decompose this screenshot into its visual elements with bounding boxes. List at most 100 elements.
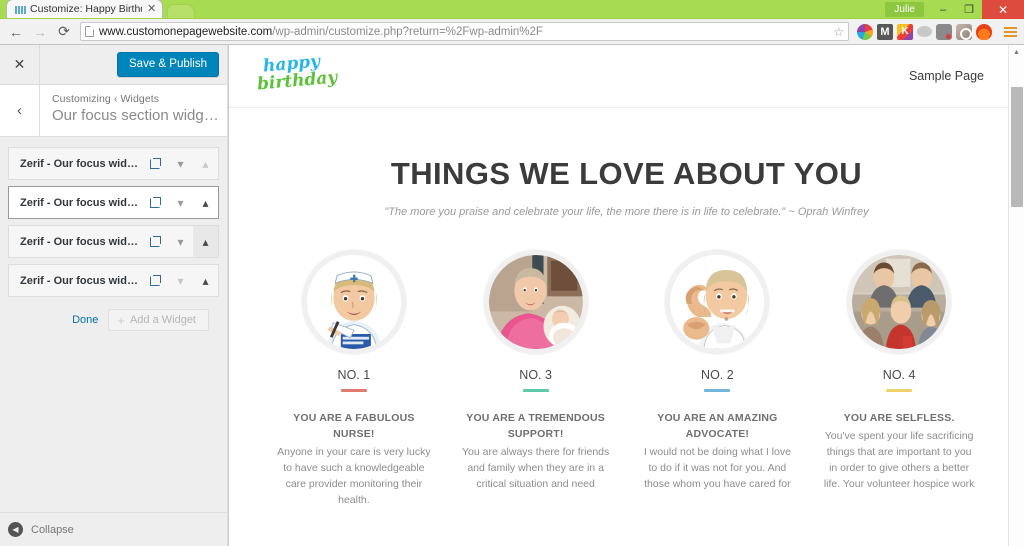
customizer-panel-header: ‹ Customizing ‹ Widgets Our focus sectio… — [0, 85, 227, 137]
widget-row-controls: ▾ ▴ — [143, 148, 218, 179]
avatar — [665, 250, 770, 354]
section-title: THINGS WE LOVE ABOUT YOU — [390, 156, 863, 191]
bookmark-star-icon[interactable]: ☆ — [833, 25, 844, 39]
column-heading: YOU ARE SELFLESS. — [843, 411, 955, 424]
widget-row-controls: ▾ ▴ — [143, 226, 218, 257]
new-tab-button[interactable] — [166, 4, 196, 18]
site-logo[interactable]: happy birthday — [256, 52, 338, 99]
widget-actions: Done + Add a Widget — [8, 303, 219, 331]
external-link-icon[interactable] — [143, 265, 168, 296]
flame-extension-icon[interactable] — [976, 23, 992, 40]
forward-icon[interactable]: → — [28, 21, 52, 43]
external-link-icon[interactable] — [143, 226, 168, 257]
widget-row[interactable]: Zerif - Our focus wid… ▾ ▴ — [8, 225, 219, 258]
focus-column: NO. 2 YOU ARE AN AMAZING ADVOCATE! I wou… — [627, 250, 809, 508]
widget-list: Zerif - Our focus wid… ▾ ▴ Zerif - Our f… — [0, 137, 227, 331]
add-widget-label: Add a Widget — [129, 314, 196, 326]
external-link-icon[interactable] — [143, 187, 168, 218]
chevron-down-icon[interactable]: ▾ — [168, 148, 193, 179]
widget-title: Zerif - Our focus wid… — [20, 157, 138, 170]
focus-column: NO. 4 YOU ARE SELFLESS. You've spent you… — [808, 250, 990, 508]
extension-icons: M K — [853, 23, 1020, 40]
column-divider — [522, 389, 549, 392]
add-widget-button[interactable]: + Add a Widget — [108, 309, 209, 331]
chevron-up-icon[interactable]: ▴ — [193, 265, 218, 296]
site-header: happy birthday Sample Page — [229, 45, 1024, 108]
maximize-button[interactable]: ❐ — [956, 0, 982, 19]
customizer-workspace: ✕ Save & Publish ‹ Customizing ‹ Widgets… — [0, 45, 1024, 546]
collapse-bar[interactable]: ◀ Collapse — [0, 512, 227, 546]
browser-window: Customize: Happy Birthda ✕ Julie – ❐ ✕ ←… — [0, 0, 1024, 546]
preview-scrollbar[interactable]: ▲ — [1008, 45, 1024, 546]
column-number: NO. 4 — [882, 368, 916, 382]
browser-tab[interactable]: Customize: Happy Birthda ✕ — [6, 0, 164, 18]
page-title: Our focus section widg… — [52, 107, 219, 124]
page-info-icon[interactable] — [85, 26, 94, 37]
woman-holding-baby-photo — [488, 255, 583, 349]
collapse-label: Collapse — [31, 523, 74, 536]
close-icon[interactable]: ✕ — [147, 4, 156, 15]
external-link-icon[interactable] — [143, 148, 168, 179]
breadcrumb: Customizing ‹ Widgets — [52, 93, 160, 105]
chevron-up-icon[interactable]: ▴ — [193, 148, 218, 179]
pocket-extension-icon[interactable] — [917, 26, 932, 37]
widget-title: Zerif - Our focus wid… — [20, 235, 138, 248]
save-and-publish-button[interactable]: Save & Publish — [117, 52, 219, 77]
customizer-header: ✕ Save & Publish — [0, 45, 227, 85]
url-host: www.customonepagewebsite.com — [99, 25, 273, 38]
window-controls: Julie – ❐ ✕ — [885, 0, 1024, 19]
column-number: NO. 2 — [701, 368, 734, 382]
section-subtitle: "The more you praise and celebrate your … — [384, 206, 869, 218]
scroll-up-icon[interactable]: ▲ — [1009, 45, 1024, 59]
minimize-button[interactable]: – — [930, 0, 956, 19]
column-number: NO. 1 — [337, 368, 371, 382]
chevron-down-icon: ▾ — [177, 273, 184, 288]
reload-icon[interactable]: ⟳ — [52, 21, 76, 43]
nav-item-sample-page[interactable]: Sample Page — [909, 69, 984, 83]
column-body: You are always there for friends and fam… — [461, 445, 610, 490]
avatar — [847, 250, 952, 354]
done-button[interactable]: Done — [72, 314, 98, 326]
evernote-extension-icon[interactable] — [936, 23, 952, 40]
chrome-menu-icon[interactable] — [1000, 26, 1020, 37]
scrollbar-thumb[interactable] — [1011, 87, 1023, 207]
chevron-up-icon[interactable]: ▴ — [193, 226, 218, 257]
chevron-down-icon[interactable]: ▾ — [168, 226, 193, 257]
user-profile-button[interactable]: Julie — [885, 2, 924, 17]
browser-tab-title: Customize: Happy Birthda — [30, 3, 142, 15]
gmail-extension-icon[interactable]: M — [877, 23, 893, 40]
column-divider — [704, 389, 731, 392]
column-heading: YOU ARE A FABULOUS NURSE! — [293, 411, 415, 440]
nurse-caricature-photo — [306, 255, 401, 349]
chevron-down-icon[interactable]: ▾ — [168, 187, 193, 218]
widget-row[interactable]: Zerif - Our focus wid… ▾ ▴ — [8, 186, 219, 219]
address-bar[interactable]: www.customonepagewebsite.com/wp-admin/cu… — [80, 22, 849, 41]
pinwheel-extension-icon[interactable] — [857, 23, 873, 40]
focus-column: NO. 1 YOU ARE A FABULOUS NURSE! Anyone i… — [263, 250, 445, 508]
browser-titlebar: Customize: Happy Birthda ✕ Julie – ❐ ✕ — [0, 0, 1024, 19]
instagram-extension-icon[interactable] — [956, 23, 972, 40]
back-icon[interactable]: ← — [4, 21, 28, 43]
widget-row[interactable]: Zerif - Our focus wid… ▾ ▴ — [8, 147, 219, 180]
customizer-panel-titles: Customizing ‹ Widgets Our focus section … — [40, 85, 229, 136]
column-heading: YOU ARE AN AMAZING ADVOCATE! — [657, 411, 778, 440]
site-preview: happy birthday Sample Page THINGS WE LOV… — [228, 45, 1024, 546]
widget-title: Zerif - Our focus wid… — [20, 274, 138, 287]
column-body: You've spent your life sacrificing thing… — [823, 429, 975, 490]
column-divider — [340, 389, 367, 392]
customizer-close-button[interactable]: ✕ — [0, 45, 40, 84]
close-window-button[interactable]: ✕ — [982, 0, 1024, 19]
chevron-up-icon[interactable]: ▴ — [193, 187, 218, 218]
widget-row[interactable]: Zerif - Our focus wid… ▾ ▴ — [8, 264, 219, 297]
column-body: Anyone in your care is very lucky to hav… — [277, 445, 431, 506]
focus-column: NO. 3 YOU ARE A TREMENDOUS SUPPORT! You … — [445, 250, 627, 508]
site-nav: Sample Page — [909, 67, 984, 85]
back-chevron-icon[interactable]: ‹ — [0, 85, 40, 136]
url-text: www.customonepagewebsite.com/wp-admin/cu… — [99, 25, 543, 39]
bar-chart-favicon — [15, 4, 26, 15]
kindle-extension-icon[interactable]: K — [897, 23, 913, 40]
browser-toolbar: ← → ⟳ www.customonepagewebsite.com/wp-ad… — [0, 19, 1024, 45]
strong-arm-caricature-photo — [670, 255, 765, 349]
column-number: NO. 3 — [519, 368, 552, 382]
plus-icon: + — [117, 312, 125, 328]
